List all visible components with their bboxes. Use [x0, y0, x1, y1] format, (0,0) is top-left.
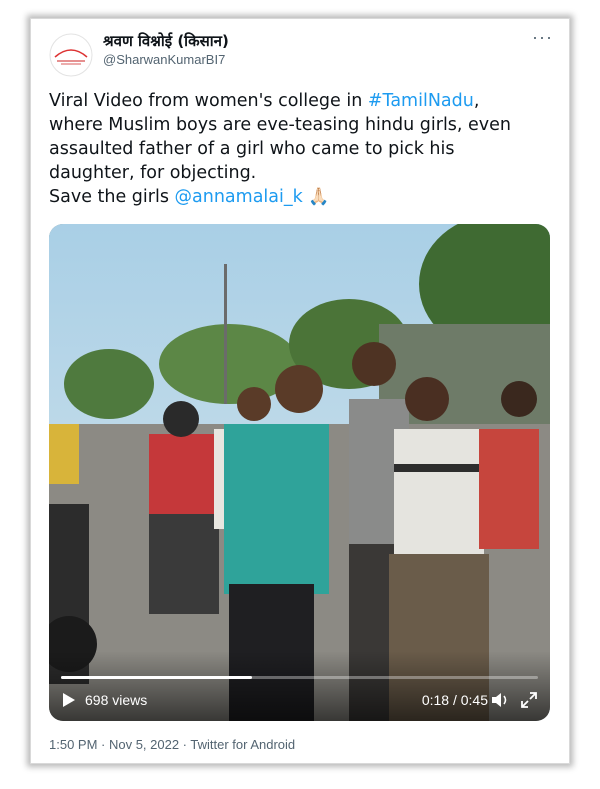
folded-hands-emoji: 🙏🏻: [308, 187, 330, 207]
tweet-text: Viral Video from women's college in #Tam…: [49, 89, 554, 209]
tweet-line-5-text: Save the girls: [49, 187, 175, 207]
fullscreen-icon[interactable]: [520, 691, 538, 709]
tweet-timestamp[interactable]: 1:50 PM · Nov 5, 2022 · Twitter for Andr…: [49, 737, 295, 752]
author-handle[interactable]: @SharwanKumarBI7: [103, 52, 225, 67]
video-player[interactable]: 698 views 0:18 / 0:45: [49, 224, 550, 721]
mention-link[interactable]: @annamalai_k: [175, 187, 303, 207]
more-options-button[interactable]: ···: [532, 27, 553, 48]
tweet-line-3: assaulted father of a girl who came to p…: [49, 139, 455, 159]
trailing-comma: ,: [473, 91, 480, 111]
tweet-line-5: Save the girls @annamalai_k 🙏🏻: [49, 185, 554, 209]
video-progress-fill: [61, 676, 252, 679]
hashtag-link[interactable]: #TamilNadu: [368, 91, 474, 111]
tweet-line-1: Viral Video from women's college in #Tam…: [49, 89, 554, 113]
volume-icon[interactable]: [490, 691, 510, 709]
video-progress-bar[interactable]: [61, 676, 538, 679]
author-name[interactable]: श्रवण विश्नोई (किसान): [103, 31, 229, 51]
avatar[interactable]: [49, 33, 93, 77]
video-frame: [49, 224, 550, 721]
tweet-line-1-text: Viral Video from women's college in: [49, 91, 368, 111]
tweet-line-4: daughter, for objecting.: [49, 163, 257, 183]
video-gradient-overlay: [49, 651, 550, 721]
video-time: 0:18 / 0:45: [421, 692, 488, 708]
play-icon[interactable]: [63, 693, 75, 707]
tweet-line-2: where Muslim boys are eve-teasing hindu …: [49, 115, 512, 135]
avatar-logo-icon: [49, 33, 93, 77]
tweet-card: श्रवण विश्नोई (किसान) @SharwanKumarBI7 ·…: [30, 18, 570, 764]
video-views: 698 views: [85, 692, 148, 708]
